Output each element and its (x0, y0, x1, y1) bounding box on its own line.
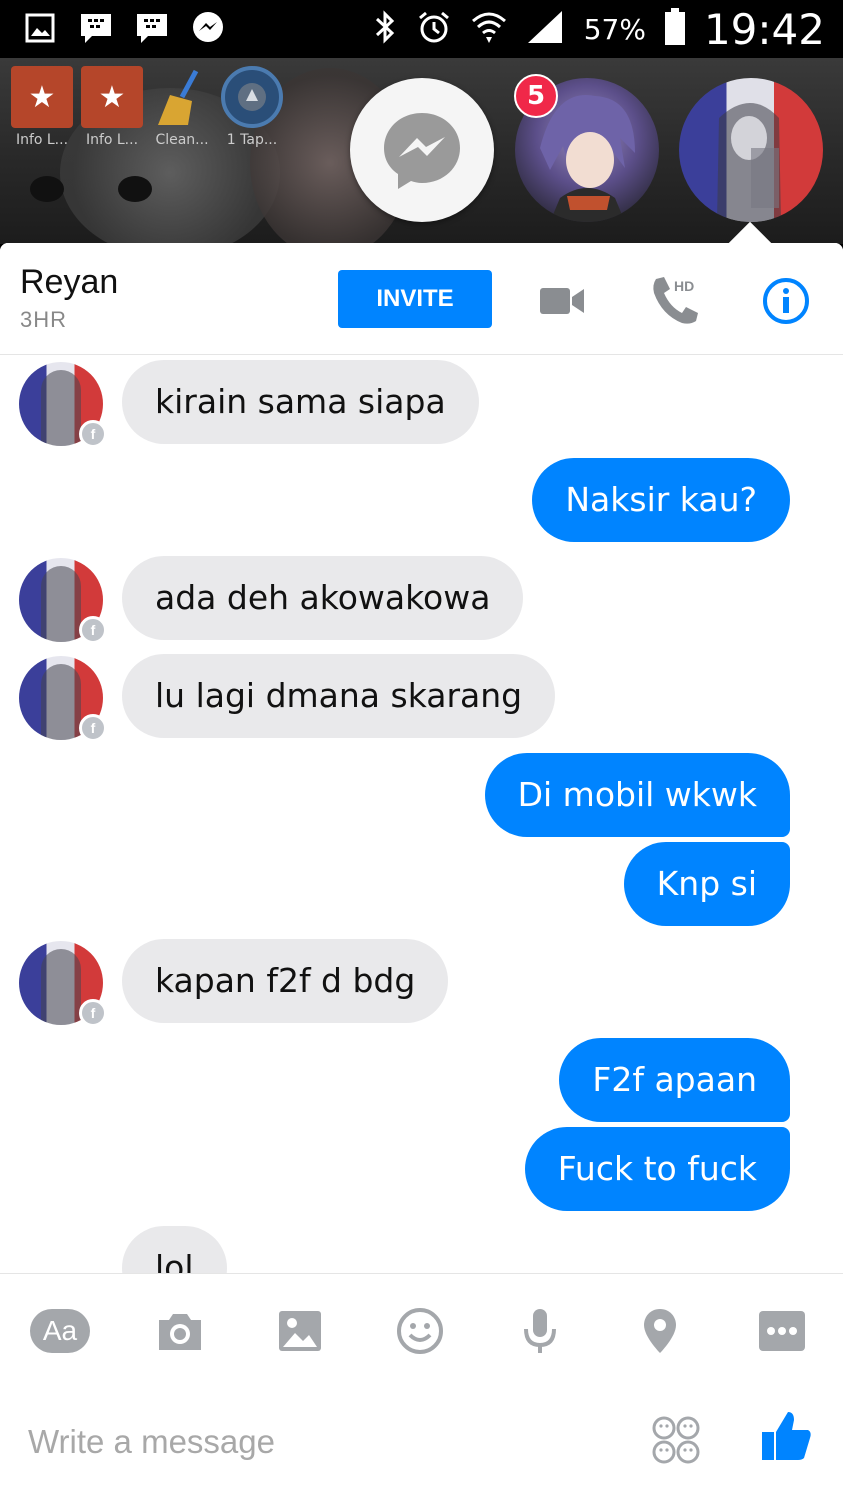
signal-icon (526, 9, 566, 49)
clock: 19:42 (703, 4, 825, 54)
bbm-notification-icon-2 (134, 10, 170, 46)
launcher-shortcuts: ★ Info L... ★ Info L... Clean... 1 Tap..… (10, 66, 284, 148)
hd-voice-call-icon[interactable]: HD (648, 273, 708, 329)
outgoing-message[interactable]: Di mobil wkwk (484, 753, 790, 837)
battery-percent: 57% (583, 12, 646, 46)
messenger-notification-icon (190, 10, 226, 46)
wallpaper-cat-eye (118, 176, 152, 202)
info-icon[interactable] (758, 273, 814, 329)
incoming-message[interactable]: kirain sama siapa (122, 360, 479, 444)
composer (0, 1385, 843, 1498)
bluetooth-icon (372, 9, 398, 49)
emoji-icon[interactable] (390, 1306, 450, 1356)
contact-avatar[interactable]: f (19, 362, 107, 448)
wallpaper-cat-eye (30, 176, 64, 202)
contact-avatar[interactable]: f (19, 558, 107, 644)
star-icon: ★ (11, 66, 73, 128)
launcher-item[interactable]: ★ Info L... (10, 66, 74, 148)
facebook-badge-icon: f (79, 420, 107, 448)
star-icon: ★ (81, 66, 143, 128)
incoming-message[interactable]: lol (122, 1226, 227, 1273)
bbm-notification-icon (78, 10, 114, 46)
outgoing-message[interactable]: Knp si (623, 842, 790, 926)
system-indicators: 57% 19:42 (372, 4, 825, 54)
incoming-message[interactable]: ada deh akowakowa (122, 556, 524, 640)
unread-badge: 5 (514, 74, 558, 118)
contact-subtitle: 3HR (20, 307, 68, 332)
launcher-item[interactable]: ★ Info L... (80, 66, 144, 148)
contact-avatar[interactable]: f (19, 656, 107, 742)
location-icon[interactable] (630, 1306, 690, 1356)
thumbs-up-icon[interactable] (756, 1411, 816, 1461)
message-list[interactable]: f kirain sama siapa Naksir kau? f ada de… (0, 356, 843, 1273)
notification-icons (22, 10, 226, 46)
facebook-badge-icon: f (79, 999, 107, 1027)
launcher-label: Info L... (15, 132, 69, 148)
camera-icon[interactable] (150, 1306, 210, 1356)
video-call-icon[interactable] (534, 273, 590, 329)
battery-icon (664, 8, 686, 50)
outgoing-message[interactable]: Fuck to fuck (524, 1127, 790, 1211)
broom-icon (151, 66, 213, 128)
outgoing-message[interactable]: Naksir kau? (532, 458, 790, 542)
facebook-badge-icon: f (79, 714, 107, 742)
incoming-message[interactable]: lu lagi dmana skarang (122, 654, 556, 738)
gallery-notification-icon (22, 10, 58, 46)
more-icon[interactable] (752, 1306, 812, 1356)
contact-avatar[interactable]: f (19, 941, 107, 1027)
reyan-avatar-image (717, 103, 781, 222)
launcher-item[interactable]: 1 Tap... (220, 66, 284, 148)
chat-panel: Reyan 3HR INVITE HD f kirain sama siapa … (0, 243, 843, 1498)
composer-toolbar: Aa (0, 1273, 843, 1385)
incoming-message[interactable]: kapan f2f d bdg (122, 939, 449, 1023)
rocket-icon (221, 66, 283, 128)
sticker-icon[interactable] (646, 1415, 706, 1465)
alarm-icon (416, 9, 452, 49)
reyan-chat-head[interactable] (679, 78, 823, 222)
hd-label: HD (674, 278, 694, 294)
chat-header: Reyan 3HR INVITE HD (0, 243, 843, 355)
messenger-chat-head[interactable] (350, 78, 494, 222)
contact-name: Reyan (20, 263, 119, 301)
facebook-badge-icon: f (79, 616, 107, 644)
microphone-icon[interactable] (510, 1306, 570, 1356)
home-screen-background: ★ Info L... ★ Info L... Clean... 1 Tap..… (0, 58, 843, 244)
outgoing-message[interactable]: F2f apaan (559, 1038, 790, 1122)
message-input[interactable] (28, 1419, 588, 1465)
wifi-icon (470, 9, 508, 49)
status-bar: 57% 19:42 (0, 0, 843, 58)
launcher-label: Clean... (155, 132, 209, 148)
invite-button[interactable]: INVITE (338, 270, 492, 328)
launcher-label: 1 Tap... (226, 132, 278, 148)
aa-icon: Aa (30, 1309, 90, 1353)
text-style-button[interactable]: Aa (30, 1306, 90, 1356)
messenger-icon (384, 113, 460, 189)
gallery-icon[interactable] (270, 1306, 330, 1356)
launcher-item[interactable]: Clean... (150, 66, 214, 148)
launcher-label: Info L... (85, 132, 139, 148)
